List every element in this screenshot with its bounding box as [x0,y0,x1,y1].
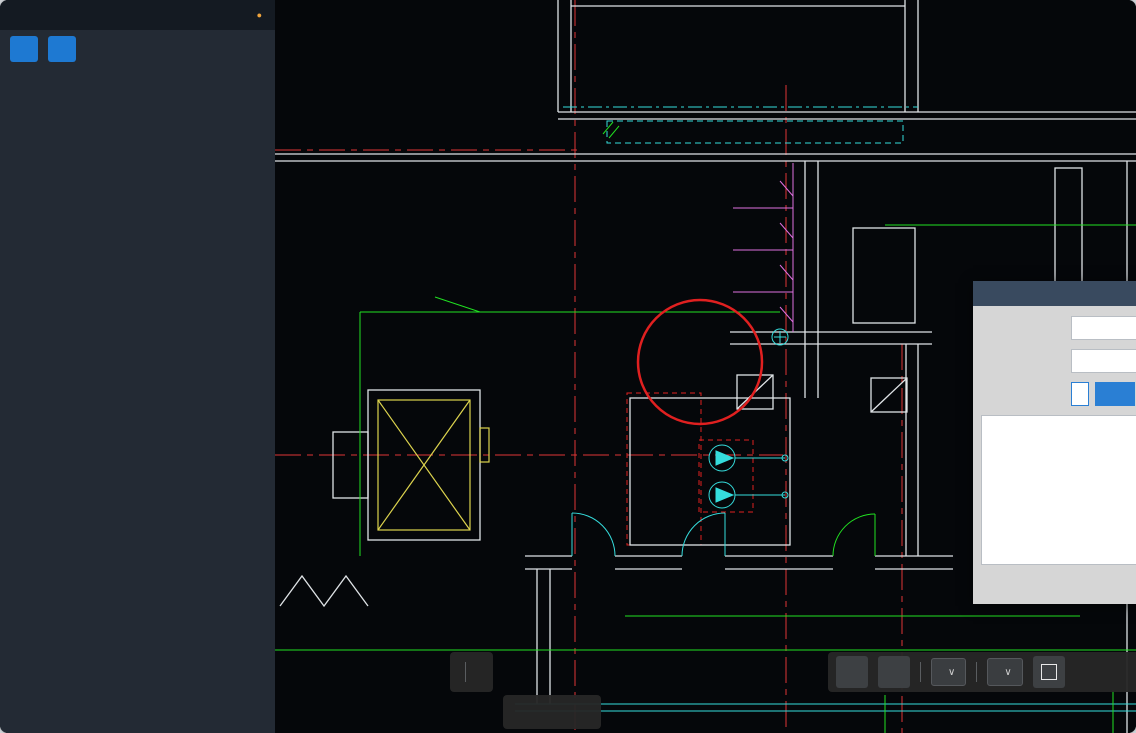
insert-button[interactable] [1095,382,1135,406]
switch-drawing-dropdown[interactable]: ∨ [931,658,966,686]
prev-drawing-button[interactable] [836,656,868,688]
sidebar-header: ● [0,0,275,30]
special-symbol-button[interactable] [1071,382,1089,406]
chevron-down-icon: ∨ [1004,667,1011,678]
annotation-panel-title [973,281,1136,306]
zoom-dropdown[interactable]: ∨ [987,658,1022,686]
drawing-toolbar [450,652,493,692]
divider [465,662,466,682]
check-finish-button[interactable] [48,36,76,62]
annotation-panel: ∨ [973,281,1136,604]
chevron-down-icon: ∨ [948,667,955,678]
cad-red-dashed [627,393,753,545]
status-badge: ● [254,10,265,20]
code-input[interactable] [1071,349,1136,373]
app-window: ● [0,0,1136,733]
annotation-panel-body: ∨ [973,306,1136,573]
cad-centerlines [275,0,902,733]
cad-canvas[interactable]: ∨ [275,0,1136,733]
review-textarea[interactable] [981,415,1136,565]
cad-yellow-details [378,400,489,530]
sidebar-actions [0,30,275,68]
current-color-swatch[interactable] [515,700,539,724]
sidebar-tree [0,68,275,733]
issue-type-select[interactable]: ∨ [1071,316,1136,340]
annotation-circle[interactable] [638,300,762,424]
style-toolbar [503,695,601,729]
divider [976,662,977,682]
sidebar: ● [0,0,275,733]
status-dot-icon: ● [257,10,262,20]
cad-stalls [733,163,793,332]
viewer-toolbar: ∨ ∨ [828,652,1136,692]
next-drawing-button[interactable] [878,656,910,688]
square-icon [1041,664,1057,680]
opinion-manage-button[interactable] [10,36,38,62]
divider [920,662,921,682]
layers-button[interactable] [1033,656,1065,688]
